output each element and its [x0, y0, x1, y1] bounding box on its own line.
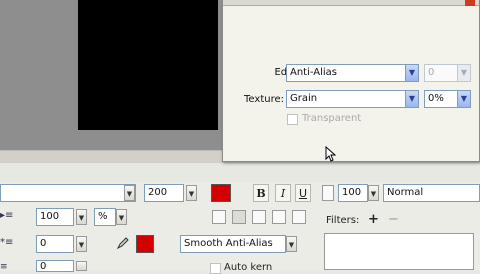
indent-dropdown-icon[interactable]: ▼ — [76, 236, 87, 252]
filters-label: Filters: — [326, 215, 360, 226]
align-justify-icon[interactable] — [272, 210, 286, 224]
color-swatch-corner[interactable] — [465, 0, 475, 6]
transparent-checkbox[interactable] — [287, 114, 298, 125]
align-right-icon[interactable] — [252, 210, 266, 224]
text-color-swatch[interactable] — [211, 184, 231, 202]
texture-dropdown-icon[interactable]: ▼ — [405, 90, 419, 108]
stroke-color-swatch[interactable] — [136, 235, 154, 253]
italic-button[interactable]: I — [275, 184, 291, 202]
texture-label: Texture: — [244, 94, 284, 105]
fill-options-popup: Edge: Anti-Alias ▼ 0 ▼ Texture: Grain ▼ … — [222, 0, 480, 162]
opacity-input[interactable]: 100 — [338, 184, 368, 202]
leading-icon: *≡ — [0, 237, 14, 248]
antialias-select[interactable]: Smooth Anti-Alias — [180, 235, 286, 253]
opacity-icon — [322, 185, 334, 201]
auto-kern-checkbox[interactable] — [210, 263, 221, 274]
antialias-dropdown-icon[interactable]: ▼ — [286, 236, 297, 252]
pencil-icon — [116, 237, 129, 250]
add-filter-button[interactable]: + — [368, 212, 379, 227]
space-after-icon: ≡ — [0, 262, 8, 272]
align-justify-all-icon[interactable] — [292, 210, 306, 224]
font-size-input[interactable]: 200 — [144, 184, 184, 202]
indent-icon: ▸≡ — [0, 210, 14, 221]
space-after-input[interactable]: 0 — [36, 260, 74, 272]
align-center-icon[interactable] — [232, 210, 246, 224]
texture-select[interactable]: Grain — [286, 90, 406, 108]
tracking-dropdown-icon[interactable]: ▼ — [76, 209, 87, 225]
font-family-dropdown-icon[interactable]: ▼ — [124, 185, 135, 201]
align-left-icon[interactable] — [212, 210, 226, 224]
indent-input[interactable]: 0 — [36, 235, 74, 253]
auto-kern-label: Auto kern — [224, 262, 273, 273]
unit-dropdown-icon[interactable]: ▼ — [116, 209, 127, 225]
popup-top-border — [223, 0, 479, 6]
mouse-cursor-icon — [325, 146, 337, 162]
opacity-dropdown-icon[interactable]: ▼ — [368, 185, 379, 201]
transparent-label: Transparent — [302, 113, 362, 124]
remove-filter-button[interactable]: − — [388, 212, 399, 227]
inspector-title-strip — [0, 162, 480, 182]
font-size-dropdown-icon[interactable]: ▼ — [186, 185, 197, 201]
edge-dropdown-icon[interactable]: ▼ — [405, 64, 419, 82]
edge-amount-dropdown-icon[interactable]: ▼ — [457, 64, 471, 82]
texture-percent-input[interactable]: 0% — [424, 90, 458, 108]
edge-amount-input[interactable]: 0 — [424, 64, 458, 82]
blend-mode-select[interactable]: Normal — [383, 184, 480, 202]
edge-select[interactable]: Anti-Alias — [286, 64, 406, 82]
texture-percent-dropdown-icon[interactable]: ▼ — [457, 90, 471, 108]
font-family-select[interactable] — [0, 184, 136, 202]
document-canvas[interactable] — [78, 0, 218, 130]
underline-button[interactable]: U — [295, 184, 311, 202]
filters-list[interactable] — [324, 233, 474, 270]
bold-button[interactable]: B — [253, 184, 269, 202]
unit-select[interactable]: % — [94, 208, 116, 226]
tracking-input[interactable]: 100 — [36, 208, 74, 226]
